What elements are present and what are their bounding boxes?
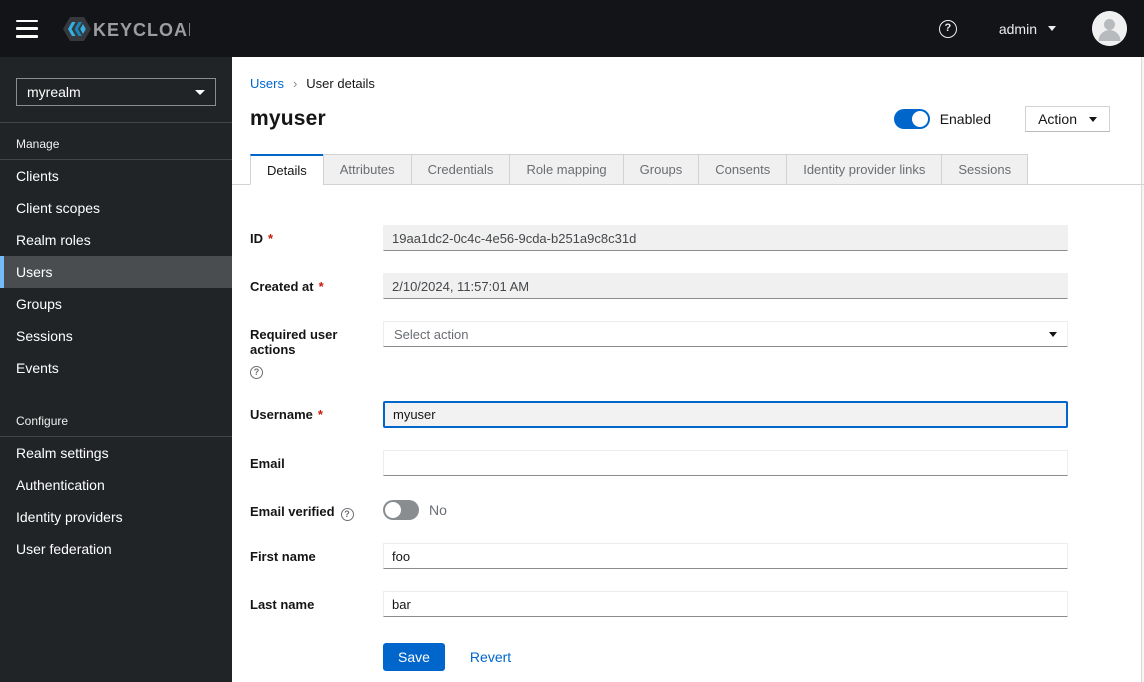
user-menu-label: admin bbox=[998, 20, 1037, 37]
email-verified-state: No bbox=[429, 502, 447, 518]
sidebar-section-manage: Manage Clients Client scopes Realm roles… bbox=[0, 123, 232, 384]
tab-consents[interactable]: Consents bbox=[698, 154, 788, 185]
sidebar-item-realm-settings[interactable]: Realm settings bbox=[0, 437, 232, 469]
user-details-form: ID* Created at* Required user actions bbox=[250, 225, 1144, 671]
enabled-toggle[interactable] bbox=[893, 109, 930, 129]
page-title: myuser bbox=[250, 107, 326, 130]
id-label: ID * bbox=[250, 231, 274, 246]
sidebar-item-realm-roles[interactable]: Realm roles bbox=[0, 224, 232, 256]
keycloak-logo-icon: KEYCLOAK bbox=[63, 16, 190, 41]
action-dropdown-label: Action bbox=[1038, 111, 1077, 127]
last-name-label: Last name bbox=[250, 597, 315, 612]
breadcrumb-link-users[interactable]: Users bbox=[250, 76, 284, 91]
sidebar-item-user-federation[interactable]: User federation bbox=[0, 533, 232, 565]
tab-attributes[interactable]: Attributes bbox=[322, 154, 412, 185]
sidebar-section-title: Manage bbox=[0, 123, 232, 160]
hamburger-menu-icon[interactable] bbox=[16, 19, 40, 38]
email-verified-toggle[interactable] bbox=[383, 500, 419, 520]
sidebar-item-users[interactable]: Users bbox=[0, 256, 232, 288]
sidebar-item-client-scopes[interactable]: Client scopes bbox=[0, 192, 232, 224]
breadcrumb-separator-icon: › bbox=[292, 76, 298, 91]
sidebar-section-configure: Configure Realm settings Authentication … bbox=[0, 384, 232, 565]
id-field[interactable] bbox=[383, 225, 1068, 251]
email-field[interactable] bbox=[383, 450, 1068, 476]
tab-identity-provider-links[interactable]: Identity provider links bbox=[786, 154, 943, 185]
realm-selector-value: myrealm bbox=[27, 84, 81, 100]
form-row-email: Email bbox=[250, 450, 1068, 476]
chevron-down-icon bbox=[1048, 26, 1056, 31]
tab-bar: Details Attributes Credentials Role mapp… bbox=[232, 154, 1144, 185]
created-at-field[interactable] bbox=[383, 273, 1068, 299]
tab-groups[interactable]: Groups bbox=[622, 154, 700, 185]
user-menu[interactable]: admin bbox=[999, 21, 1056, 37]
required-marker: * bbox=[268, 231, 274, 246]
form-row-required-user-actions: Required user actions Select action bbox=[250, 321, 1068, 379]
main-content: Users › User details myuser Enabled Acti… bbox=[232, 57, 1144, 682]
username-label: Username * bbox=[250, 407, 323, 422]
chevron-down-icon bbox=[1089, 116, 1097, 122]
form-actions: Save Revert bbox=[383, 643, 1068, 671]
help-icon[interactable] bbox=[340, 508, 354, 521]
sidebar-item-identity-providers[interactable]: Identity providers bbox=[0, 501, 232, 533]
chevron-down-icon bbox=[1049, 331, 1057, 337]
first-name-label: First name bbox=[250, 549, 316, 564]
breadcrumb-current: User details bbox=[306, 76, 375, 91]
form-row-last-name: Last name bbox=[250, 591, 1068, 617]
required-user-actions-placeholder: Select action bbox=[394, 326, 469, 342]
sidebar-section-title: Configure bbox=[0, 384, 232, 437]
username-field[interactable] bbox=[383, 401, 1068, 428]
tab-role-mapping[interactable]: Role mapping bbox=[509, 154, 624, 185]
tab-details[interactable]: Details bbox=[250, 154, 324, 185]
form-row-username: Username * bbox=[250, 401, 1068, 428]
email-verified-label: Email verified bbox=[250, 498, 383, 521]
avatar[interactable] bbox=[1092, 11, 1127, 46]
chevron-down-icon bbox=[195, 89, 205, 95]
required-marker: * bbox=[318, 279, 324, 294]
sidebar: myrealm Manage Clients Client scopes Rea… bbox=[0, 57, 232, 682]
enabled-toggle-label: Enabled bbox=[939, 111, 992, 127]
keycloak-logo: KEYCLOAK bbox=[60, 13, 190, 45]
first-name-field[interactable] bbox=[383, 543, 1068, 569]
sidebar-item-clients[interactable]: Clients bbox=[0, 160, 232, 192]
required-user-actions-select[interactable]: Select action bbox=[383, 321, 1068, 347]
action-dropdown-button[interactable]: Action bbox=[1025, 106, 1110, 132]
realm-selector[interactable]: myrealm bbox=[16, 78, 216, 106]
revert-link[interactable]: Revert bbox=[470, 649, 511, 665]
email-label: Email bbox=[250, 456, 285, 471]
sidebar-item-events[interactable]: Events bbox=[0, 352, 232, 384]
tab-sessions[interactable]: Sessions bbox=[941, 154, 1029, 185]
sidebar-item-groups[interactable]: Groups bbox=[0, 288, 232, 320]
help-icon[interactable] bbox=[250, 366, 263, 379]
form-row-first-name: First name bbox=[250, 543, 1068, 569]
breadcrumb: Users › User details bbox=[250, 76, 1144, 91]
form-row-created-at: Created at * bbox=[250, 273, 1068, 299]
required-user-actions-label: Required user actions bbox=[250, 321, 383, 379]
masthead: KEYCLOAK admin bbox=[0, 0, 1144, 57]
form-row-email-verified: Email verified No bbox=[250, 498, 1068, 521]
form-row-id: ID * bbox=[250, 225, 1068, 251]
tab-credentials[interactable]: Credentials bbox=[410, 154, 511, 185]
save-button[interactable]: Save bbox=[383, 643, 445, 671]
created-at-label: Created at * bbox=[250, 279, 324, 294]
last-name-field[interactable] bbox=[383, 591, 1068, 617]
sidebar-item-authentication[interactable]: Authentication bbox=[0, 469, 232, 501]
sidebar-item-sessions[interactable]: Sessions bbox=[0, 320, 232, 352]
keycloak-logo-text: KEYCLOAK bbox=[93, 20, 190, 40]
avatar-icon bbox=[1092, 11, 1127, 46]
required-marker: * bbox=[317, 407, 323, 422]
help-icon[interactable] bbox=[938, 19, 957, 38]
